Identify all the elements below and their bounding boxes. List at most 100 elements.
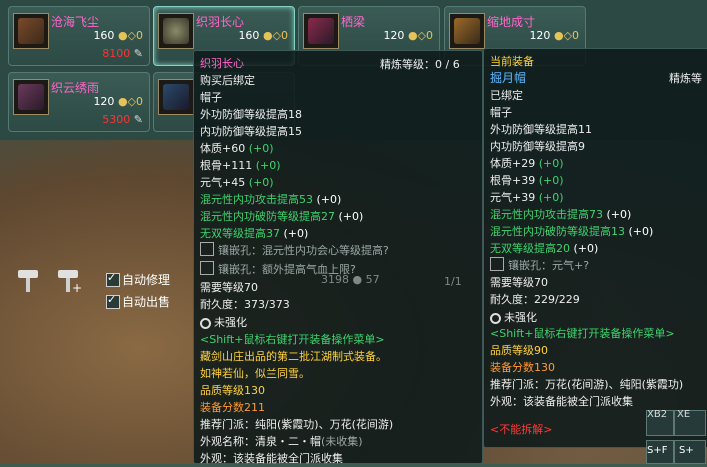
hat-icon — [163, 18, 189, 44]
green-attr-line: 混元性内功攻击提高73 (+0) — [490, 208, 632, 221]
boots-icon — [454, 18, 480, 44]
item-thumbnail — [303, 13, 339, 49]
equipment-score: 装备分数211 — [200, 401, 265, 414]
item-tooltip: 织羽长心 精炼等级：0 / 6 购买后绑定 帽子 外功防御等级提高18 内功防御… — [193, 50, 483, 465]
bracer-icon — [18, 84, 44, 110]
money-readout: 3198 ● 57 — [321, 273, 380, 286]
recommended-school: 推荐门派：万花(花间游)、纯阳(紫霞功) — [490, 378, 684, 391]
item-name: 织云绣雨 — [51, 81, 100, 95]
item-thumbnail — [13, 13, 49, 49]
quality-level: 品质等级90 — [490, 344, 548, 357]
item-name: 栖梁 — [341, 15, 366, 29]
recommended-school: 推荐门派：纯阳(紫霞功)、万花(花间游) — [200, 418, 394, 431]
green-attr-line: 混元性内功破防等级提高13 (+0) — [490, 225, 654, 238]
stat-line: 外功防御等级提高18 — [200, 108, 302, 121]
item-price: 120 ●◇0 — [383, 29, 433, 42]
repair-all-hammer-icon[interactable]: + — [56, 266, 84, 295]
item-stock: 8100 ✎ — [102, 47, 143, 60]
item-thumbnail — [449, 13, 485, 49]
shop-item-card[interactable]: 沧海飞尘 160 ●◇0 8100 ✎ — [8, 6, 150, 66]
auto-repair-label: 自动修理 — [122, 273, 171, 287]
socket-icon — [490, 257, 504, 271]
item-thumbnail — [158, 79, 194, 115]
operation-hint: <Shift+鼠标右键打开装备操作菜单> — [490, 327, 675, 340]
coin-icon: ●◇0 — [117, 95, 143, 108]
appearance-collect: 外观：该装备能被全门派收集 — [200, 452, 343, 465]
attr-line: 根骨+39 (+0) — [490, 174, 564, 187]
enchant-status: 未强化 — [200, 314, 247, 331]
page-indicator: 1/1 — [444, 275, 462, 288]
enchant-icon — [490, 313, 501, 324]
pencil-icon: ✎ — [133, 113, 143, 126]
appearance-name: 外观名称：清泉・二・帽(未收集) — [200, 435, 363, 448]
stat-line: 内功防御等级提高15 — [200, 125, 302, 138]
stat-line: 内功防御等级提高9 — [490, 140, 585, 153]
durability: 耐久度：373/373 — [200, 298, 290, 311]
item-thumbnail — [13, 79, 49, 115]
stat-line: 外功防御等级提高11 — [490, 123, 592, 136]
socket-icon — [200, 261, 214, 275]
attr-line: 体质+60 (+0) — [200, 142, 274, 155]
equipment-score: 装备分数130 — [490, 361, 555, 374]
coin-icon: ●◇0 — [262, 29, 288, 42]
enchant-status: 未强化 — [490, 309, 537, 326]
auto-sell-checkbox[interactable] — [106, 293, 120, 309]
quality-level: 品质等级130 — [200, 384, 265, 397]
appearance-collect: 外观：该装备能被全门派收集 — [490, 395, 633, 408]
durability: 耐久度：229/229 — [490, 293, 580, 306]
repair-hammer-icon[interactable] — [14, 266, 42, 294]
no-dismantle: <不能拆解> — [490, 423, 553, 436]
operation-hint: <Shift+鼠标右键打开装备操作菜单> — [200, 333, 385, 346]
item-title: 织羽长心 — [200, 57, 244, 70]
hotkey-slot[interactable]: XE — [674, 409, 706, 436]
pencil-icon: ✎ — [133, 47, 143, 60]
item-name: 沧海飞尘 — [51, 15, 100, 29]
bind-status: 购买后绑定 — [200, 74, 255, 87]
green-attr-line: 无双等级提高37 (+0) — [200, 227, 309, 240]
svg-text:+: + — [72, 281, 82, 294]
item-price: 160 ●◇0 — [238, 29, 288, 42]
item-thumbnail — [158, 13, 194, 49]
required-level: 需要等级70 — [490, 276, 548, 289]
coin-icon: ●◇0 — [407, 29, 433, 42]
helmet-icon — [18, 18, 44, 44]
attr-line: 体质+29 (+0) — [490, 157, 564, 170]
hotkey-slot[interactable]: S+ — [674, 440, 706, 464]
bind-status: 已绑定 — [490, 89, 523, 102]
shop-item-card[interactable]: 织云绣雨 120 ●◇0 5300 ✎ — [8, 72, 150, 132]
hotkey-slot[interactable]: S+F — [646, 440, 674, 464]
coin-icon: ●◇0 — [553, 29, 579, 42]
green-attr-line: 无双等级提高20 (+0) — [490, 242, 599, 255]
belt-icon — [163, 84, 189, 110]
item-name: 织羽长心 — [196, 15, 245, 29]
attr-line: 根骨+111 (+0) — [200, 159, 281, 172]
current-equipment-tooltip: 当前装备 掘月帽 精炼等 已绑定 帽子 外功防御等级提高11 内功防御等级提高9… — [483, 48, 707, 448]
attr-line: 元气+45 (+0) — [200, 176, 274, 189]
auto-repair-checkbox[interactable] — [106, 271, 120, 287]
socket-line: 镶嵌孔：元气+? — [490, 257, 589, 274]
attr-line: 元气+39 (+0) — [490, 191, 564, 204]
hotkey-slot[interactable]: XB2 — [646, 409, 674, 436]
armor-icon — [308, 18, 334, 44]
item-type: 帽子 — [200, 91, 222, 104]
enchant-icon — [200, 318, 211, 329]
item-description: 藏剑山庄出品的第二批江湖制式装备。 — [200, 350, 387, 363]
auto-sell-label: 自动出售 — [122, 295, 171, 309]
current-equipment-header: 当前装备 — [490, 55, 534, 68]
item-type: 帽子 — [490, 106, 512, 119]
refine-level: 精炼等级：0 / 6 — [380, 58, 460, 71]
item-price: 160 ●◇0 — [93, 29, 143, 42]
item-title: 掘月帽 — [490, 71, 527, 85]
item-price: 120 ●◇0 — [93, 95, 143, 108]
refine-level: 精炼等 — [669, 72, 702, 85]
item-flavor-text: 如神若仙，似兰同雪。 — [200, 367, 310, 380]
coin-icon: ●◇0 — [117, 29, 143, 42]
item-price: 120 ●◇0 — [529, 29, 579, 42]
item-stock: 5300 ✎ — [102, 113, 143, 126]
socket-icon — [200, 242, 214, 256]
item-name: 缩地成寸 — [487, 15, 536, 29]
required-level: 需要等级70 — [200, 281, 258, 294]
socket-line: 镶嵌孔：混元性内功会心等级提高? — [200, 242, 389, 259]
green-attr-line: 混元性内功破防等级提高27 (+0) — [200, 210, 364, 223]
green-attr-line: 混元性内功攻击提高53 (+0) — [200, 193, 342, 206]
